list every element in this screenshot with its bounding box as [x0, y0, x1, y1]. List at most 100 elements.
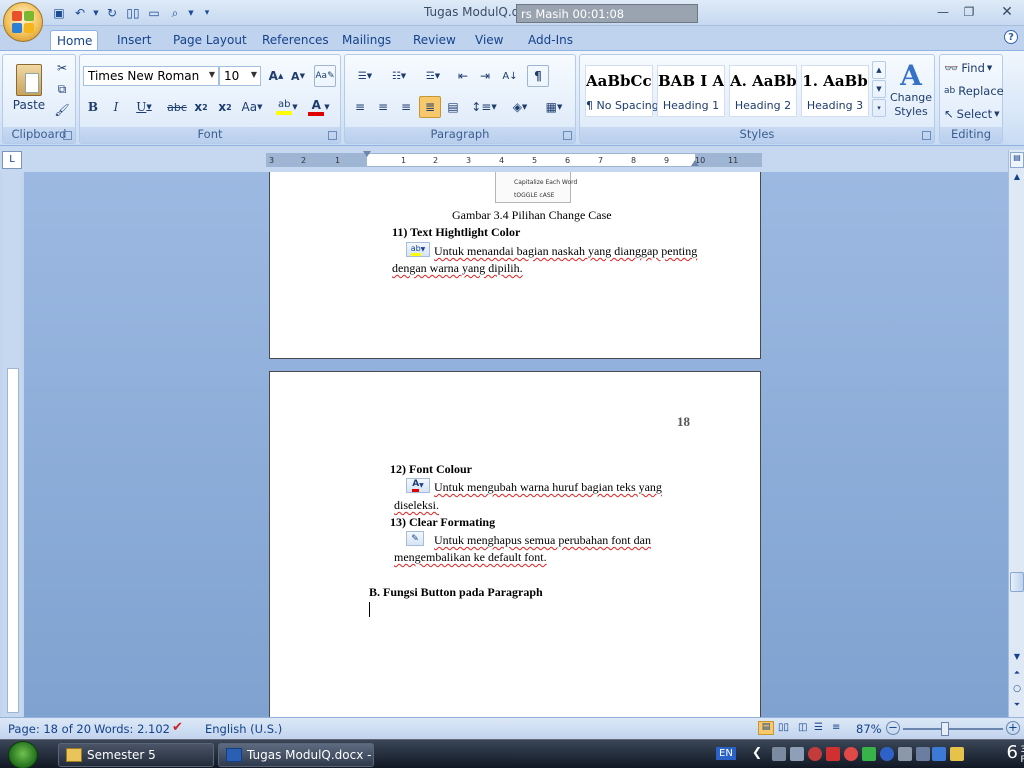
align-left-icon[interactable]: ≡	[349, 96, 371, 118]
bold-button[interactable]: B	[83, 96, 103, 118]
triangle-app-icon[interactable]	[862, 747, 876, 761]
styles-scroll-up-icon[interactable]: ▲	[872, 61, 886, 79]
replace-button[interactable]: ab Replace	[944, 80, 1004, 102]
select-button[interactable]: ↖ Select ▼	[944, 103, 1002, 125]
dialog-launcher-icon[interactable]	[922, 131, 931, 140]
language-bar[interactable]: EN	[716, 747, 736, 760]
tray-arrow-icon[interactable]: ❮	[752, 745, 766, 759]
document-area[interactable]: Capitalize Each Word tOGGLE cASE Gambar …	[24, 172, 1008, 717]
scroll-down-icon[interactable]: ▼	[1010, 652, 1024, 666]
signal-icon[interactable]	[916, 747, 930, 761]
decrease-indent-icon[interactable]: ⇤	[453, 65, 473, 87]
previous-page-icon[interactable]: ⏶	[1010, 668, 1024, 682]
underline-button[interactable]: U ▼	[130, 96, 158, 118]
shading-icon[interactable]: ◈ ▼	[503, 96, 537, 118]
open-book-icon[interactable]: ▯▯	[124, 4, 142, 22]
tab-insert[interactable]: Insert	[111, 30, 157, 50]
monitor-icon[interactable]	[898, 747, 912, 761]
font-name-combo[interactable]: Times New Roman ▼	[83, 66, 219, 86]
print-layout-icon[interactable]: ▤	[758, 721, 774, 735]
font-color-button[interactable]: A ▼	[304, 96, 334, 118]
paste-button[interactable]: Paste	[7, 59, 51, 117]
style-no-spacing[interactable]: AaBbCcl ¶ No Spacing	[585, 65, 659, 117]
dialog-launcher-icon[interactable]	[563, 131, 572, 140]
clear-formatting-icon[interactable]: Aa✎	[314, 65, 336, 87]
security-icon[interactable]	[808, 747, 822, 761]
font-size-combo[interactable]: 10 ▼	[219, 66, 261, 86]
save-icon[interactable]: ▣	[50, 4, 68, 22]
zoom-level[interactable]: 87%	[856, 722, 882, 736]
change-styles-button[interactable]: A Change Styles	[888, 59, 934, 121]
app-tray-icon[interactable]	[844, 747, 858, 761]
style-heading-1[interactable]: BAB I A Heading 1	[657, 65, 725, 117]
subscript-button[interactable]: x2	[190, 96, 212, 118]
redo-icon[interactable]: ↻	[103, 4, 121, 22]
scrollbar-thumb[interactable]	[1010, 572, 1024, 592]
highlight-color-button[interactable]: ab ▼	[272, 96, 302, 118]
cut-icon[interactable]: ✂	[53, 59, 71, 77]
next-page-icon[interactable]: ⏷	[1010, 700, 1024, 714]
zoom-in-icon[interactable]: +	[1006, 721, 1020, 735]
customize-qat-icon[interactable]: ▾	[198, 4, 216, 22]
style-heading-3[interactable]: 1. AaBb Heading 3	[801, 65, 869, 117]
dropdown-arrow-icon[interactable]: ▼	[92, 4, 100, 22]
strikethrough-button[interactable]: abc	[166, 96, 188, 118]
tab-add-ins[interactable]: Add-Ins	[522, 30, 579, 50]
print-preview-icon[interactable]: ⌕	[166, 4, 184, 22]
vertical-scrollbar[interactable]: ▤ ▲ ▼ ⏶ ○ ⏷	[1008, 150, 1024, 717]
dropdown-arrow-icon[interactable]: ▼	[187, 4, 195, 22]
close-icon[interactable]: ✕	[996, 3, 1018, 21]
language-indicator[interactable]: English (U.S.)	[205, 722, 282, 736]
styles-more-icon[interactable]: ▾	[872, 99, 886, 117]
align-right-icon[interactable]: ≡	[395, 96, 417, 118]
zoom-slider[interactable]	[903, 728, 1003, 730]
zoom-out-icon[interactable]: −	[886, 721, 900, 735]
ruler-tab-selector[interactable]: L	[2, 151, 22, 169]
italic-button[interactable]: I	[106, 96, 126, 118]
show-formatting-icon[interactable]: ¶	[527, 65, 549, 87]
vertical-ruler[interactable]	[2, 172, 22, 717]
copy-icon[interactable]: ⧉	[53, 80, 71, 98]
page[interactable]: 18 12) Font Colour A ▼ Untuk mengubah war…	[269, 371, 761, 717]
line-spacing-icon[interactable]: ↕≡ ▼	[469, 96, 499, 118]
start-button[interactable]	[8, 741, 38, 768]
zoom-slider-thumb[interactable]	[941, 722, 949, 736]
scroll-up-icon[interactable]: ▲	[1010, 172, 1024, 186]
tab-home[interactable]: Home	[50, 30, 98, 50]
tab-review[interactable]: Review	[407, 30, 462, 50]
shrink-font-icon[interactable]: A ▼	[288, 65, 308, 87]
justify-icon[interactable]: ≣	[419, 96, 441, 118]
new-document-icon[interactable]: ▭	[145, 4, 163, 22]
volume-icon[interactable]	[790, 747, 804, 761]
superscript-button[interactable]: x2	[214, 96, 236, 118]
indent-marker-icon[interactable]	[363, 151, 371, 157]
wifi-icon[interactable]	[932, 747, 946, 761]
clock[interactable]: 630PM	[1007, 742, 1024, 765]
office-button[interactable]	[3, 2, 43, 42]
draft-view-icon[interactable]: ≡	[832, 722, 840, 733]
battery-icon[interactable]	[950, 747, 964, 761]
change-case-button[interactable]: Aa ▼	[238, 96, 266, 118]
restore-icon[interactable]: ❐	[958, 3, 980, 21]
browse-object-icon[interactable]: ○	[1010, 684, 1024, 698]
full-screen-reading-icon[interactable]: ▯▯	[778, 722, 789, 733]
grow-font-icon[interactable]: A ▲	[266, 65, 286, 87]
tab-references[interactable]: References	[256, 30, 335, 50]
horizontal-ruler[interactable]: 3 2 1 1 2 3 4 5 6 7 8 9 10 11	[266, 151, 762, 167]
outline-view-icon[interactable]: ☰	[814, 722, 823, 733]
format-painter-icon[interactable]: 🖌	[53, 101, 71, 119]
numbering-icon[interactable]: ☷ ▼	[383, 65, 415, 87]
tab-view[interactable]: View	[469, 30, 509, 50]
view-ruler-icon[interactable]: ▤	[1010, 152, 1024, 168]
increase-indent-icon[interactable]: ⇥	[475, 65, 495, 87]
help-icon[interactable]: ?	[1004, 30, 1018, 44]
taskbar-item-explorer[interactable]: Semester 5	[58, 743, 214, 767]
tab-page-layout[interactable]: Page Layout	[167, 30, 253, 50]
bullets-icon[interactable]: ☰ ▼	[349, 65, 381, 87]
minimize-icon[interactable]: —	[932, 3, 954, 21]
proofing-icon[interactable]: ✔	[172, 720, 183, 735]
taskbar-item-word[interactable]: Tugas ModulQ.docx - ...	[218, 743, 374, 767]
antivirus-icon[interactable]	[826, 747, 840, 761]
borders-icon[interactable]: ▦ ▼	[539, 96, 569, 118]
tab-mailings[interactable]: Mailings	[336, 30, 397, 50]
